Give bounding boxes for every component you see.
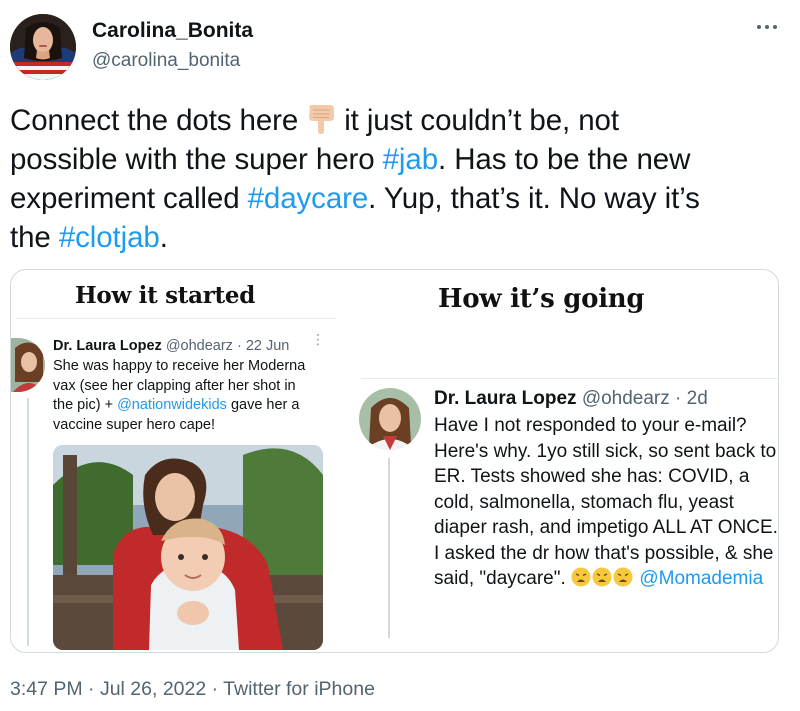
more-options-icon[interactable] bbox=[747, 12, 787, 42]
weary-face-icon bbox=[571, 567, 591, 587]
embedded-tweet-header: Dr. Laura Lopez @ohdearz · 2d bbox=[434, 388, 708, 410]
embedded-tweet-text: Have I not responded to your e-mail? Her… bbox=[434, 413, 778, 592]
embedded-avatar bbox=[11, 338, 45, 392]
divider bbox=[16, 318, 336, 319]
tweet-text-part: Connect the dots here bbox=[10, 104, 299, 137]
text-part: gave her a bbox=[226, 397, 300, 413]
thread-line bbox=[388, 458, 390, 638]
embedded-author-name: Dr. Laura Lopez bbox=[434, 388, 577, 409]
thread-line bbox=[27, 398, 29, 646]
mention-link: @nationwidekids bbox=[117, 397, 227, 413]
user-handle[interactable]: @carolina_bonita bbox=[92, 50, 240, 72]
caption-how-it-started: How it started bbox=[75, 282, 255, 309]
text-line: Here's why. 1yo still sick, so sent back… bbox=[434, 440, 777, 462]
tweet-text-part: it just couldn’t be, not bbox=[344, 104, 619, 137]
hashtag-daycare-link[interactable]: #daycare bbox=[248, 182, 369, 215]
tweet-text-part: . bbox=[159, 221, 168, 254]
tweet-timestamp-source[interactable]: 3:47 PM · Jul 26, 2022 · Twitter for iPh… bbox=[10, 678, 375, 701]
tweet-text-part: experiment called bbox=[10, 182, 248, 215]
tweet-text-part: the bbox=[10, 221, 59, 254]
embedded-photo bbox=[53, 445, 323, 650]
mention-link: @Momademia bbox=[639, 568, 764, 589]
text-line: Have I not responded to your e-mail? bbox=[434, 415, 747, 436]
text-line: I asked the dr how that's possible, & sh… bbox=[434, 542, 774, 564]
embedded-author-name: Dr. Laura Lopez bbox=[53, 338, 162, 354]
embedded-tweet-text: She was happy to receive her Moderna vax… bbox=[53, 357, 323, 435]
hashtag-clotjab-link[interactable]: #clotjab bbox=[59, 221, 160, 254]
text-line: vaccine super hero cape! bbox=[53, 416, 216, 433]
embedded-tweet-header: Dr. Laura Lopez @ohdearz · 22 Jun bbox=[53, 338, 289, 354]
text-line: said, "daycare". @Momademia bbox=[434, 566, 778, 592]
display-name[interactable]: Carolina_Bonita bbox=[92, 19, 253, 43]
text-line: diaper rash, and impetigo ALL AT ONCE. bbox=[434, 517, 778, 538]
embedded-handle-date: @ohdearz · 2d bbox=[581, 388, 708, 409]
tweet-text-part: possible with the super hero bbox=[10, 143, 383, 176]
text-line: cold, salmonella, stomach flu, yeast bbox=[434, 491, 734, 513]
media-image[interactable]: How it started How it’s going Dr. Laura … bbox=[10, 269, 779, 653]
weary-face-icon bbox=[613, 567, 633, 587]
embedded-avatar bbox=[359, 388, 421, 450]
avatar[interactable] bbox=[10, 14, 76, 80]
hashtag-jab-link[interactable]: #jab bbox=[383, 143, 438, 176]
tweet-text-part: . Yup, that’s it. No way it’s bbox=[368, 182, 700, 215]
embedded-more-icon: ⋮ bbox=[311, 331, 325, 347]
text-line: She was happy to receive her Moderna bbox=[53, 358, 306, 374]
weary-face-icon bbox=[592, 567, 612, 587]
text-line: the pic) + @nationwidekids gave her a bbox=[53, 396, 323, 416]
backhand-index-pointing-down-icon bbox=[304, 104, 338, 134]
text-line: ER. Tests showed she has: COVID, a bbox=[434, 466, 750, 487]
tweet-text: Connect the dots here it just couldn’t b… bbox=[10, 101, 790, 257]
embedded-handle-date: @ohdearz · 22 Jun bbox=[165, 338, 290, 354]
text-line: vax (see her clapping after her shot in bbox=[53, 377, 296, 394]
text-part: the pic) + bbox=[53, 397, 118, 413]
divider bbox=[361, 378, 778, 379]
tweet-header: Carolina_Bonita @carolina_bonita bbox=[0, 0, 800, 90]
caption-how-its-going: How it’s going bbox=[438, 284, 645, 314]
tweet-text-part: . Has to be the new bbox=[438, 143, 691, 176]
text-part: said, "daycare". bbox=[434, 568, 572, 589]
